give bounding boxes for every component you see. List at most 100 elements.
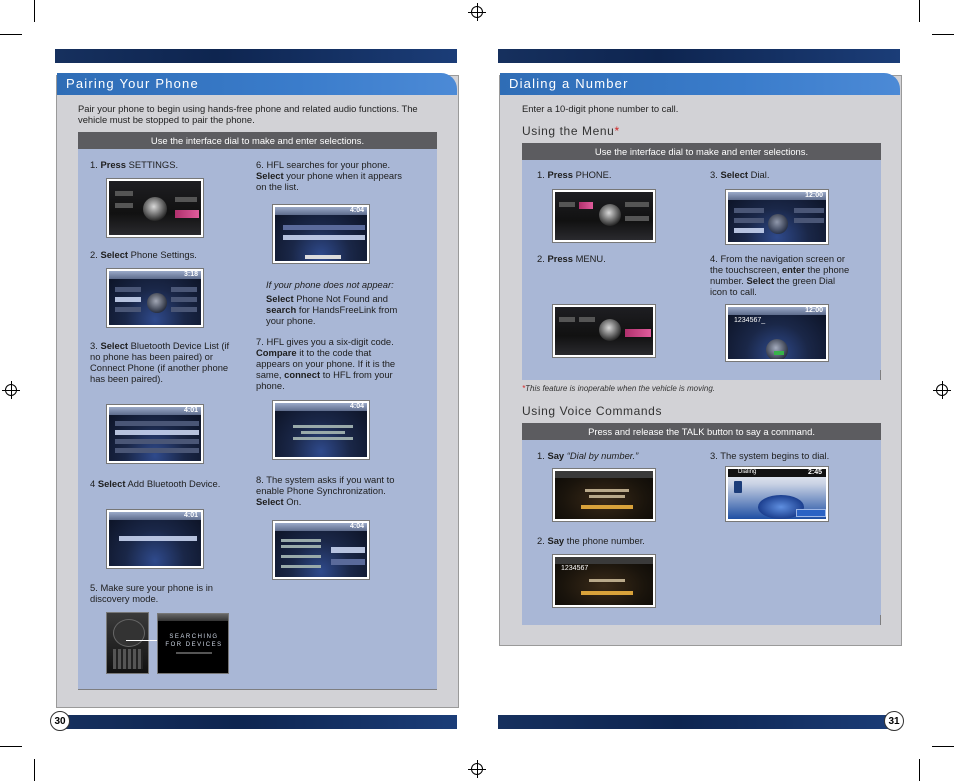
step-verb: Select xyxy=(746,275,775,286)
step-verb: Select xyxy=(100,340,129,351)
step-verb: Compare xyxy=(256,347,297,358)
add-device-screen: 4:01 xyxy=(106,509,204,569)
step-text: The system asks if you want to enable Ph… xyxy=(256,474,395,496)
step-number: 1. xyxy=(537,450,545,461)
voice-number-screen: 1234567 xyxy=(552,554,656,608)
step-number: 2. xyxy=(537,535,545,546)
step-text: The system begins to dial. xyxy=(720,450,830,461)
note-text: Phone Not Found and xyxy=(293,293,388,304)
step-1: 1. Press SETTINGS. xyxy=(90,159,240,170)
step-verb: connect xyxy=(284,369,321,380)
add-device-highlight xyxy=(119,536,197,541)
step-text: Dial. xyxy=(748,169,770,180)
voice-instruction-bar: Press and release the TALK button to say… xyxy=(522,423,881,440)
step-verb: enter xyxy=(781,264,805,275)
note-verb: search xyxy=(266,304,297,315)
menu-button-photo xyxy=(552,304,656,358)
step-text: the phone number. xyxy=(564,535,645,546)
menu-heading-text: Using the Menu xyxy=(522,124,615,138)
dial-entry-screen: 12:00 1234567_ xyxy=(725,304,829,362)
menu-heading: Using the Menu* xyxy=(522,124,620,138)
step-number: 1. xyxy=(90,159,98,170)
screen-clock: 4:04 xyxy=(349,523,364,530)
step-text: HFL gives you a six-digit code. xyxy=(266,336,394,347)
device-list-highlight xyxy=(115,430,199,435)
registration-mark-icon xyxy=(2,381,20,399)
interface-dial xyxy=(143,197,167,221)
dialing-timer: 2:45 xyxy=(807,469,822,476)
settings-menu-screen: 3:18 xyxy=(106,268,204,328)
right-top-bar xyxy=(498,49,900,63)
crop-mark xyxy=(919,0,920,22)
phone-not-found-heading: If your phone does not appear: xyxy=(266,279,394,290)
crop-mark xyxy=(932,746,954,747)
step-verb: Press xyxy=(547,169,573,180)
voice-heading: Using Voice Commands xyxy=(522,404,663,418)
interface-dial xyxy=(599,204,621,226)
step-number: 3. xyxy=(90,340,98,351)
step-number: 4. xyxy=(710,253,718,264)
phone-not-found-note: Select Phone Not Found and search for Ha… xyxy=(266,293,416,326)
dial-highlight xyxy=(734,228,764,233)
step-number: 7. xyxy=(256,336,264,347)
menu-heading-star: * xyxy=(614,124,620,138)
phone-photo xyxy=(106,612,149,674)
phone-list-highlight xyxy=(283,235,365,240)
left-intro-text: Pair your phone to begin using hands-fre… xyxy=(78,103,418,125)
green-dial-icon xyxy=(774,351,784,355)
screen-clock: 4:01 xyxy=(183,407,198,414)
settings-button-highlight xyxy=(175,210,199,218)
spoken-number: 1234567 xyxy=(561,565,589,572)
left-bottom-bar xyxy=(56,715,457,729)
step-number: 4 xyxy=(90,478,96,489)
step-number: 2. xyxy=(90,249,98,260)
step-7: 7. HFL gives you a six-digit code. Compa… xyxy=(256,336,406,391)
step-2: 2. Select Phone Settings. xyxy=(90,249,240,260)
screen-clock: 3:18 xyxy=(183,271,198,278)
phone-menu-screen: 12:00 xyxy=(725,189,829,245)
settings-button-photo xyxy=(106,178,204,238)
step-verb: Press xyxy=(100,159,126,170)
right-intro-text: Enter a 10-digit phone number to call. xyxy=(522,103,679,114)
voice-prompt-screen xyxy=(552,468,656,522)
step-text: Make sure your phone is in discovery mod… xyxy=(90,582,213,604)
step-number: 8. xyxy=(256,474,264,485)
screen-clock: 4:04 xyxy=(349,207,364,214)
step-number: 6. xyxy=(256,159,264,170)
menu-step-2: 2. Press MENU. xyxy=(537,253,687,264)
crop-mark xyxy=(34,759,35,781)
menu-step-1: 1. Press PHONE. xyxy=(537,169,687,180)
registration-mark-icon xyxy=(468,760,486,778)
step-text: Add Bluetooth Device. xyxy=(125,478,221,489)
right-section-title: Dialing a Number xyxy=(500,73,900,95)
right-bottom-bar xyxy=(498,715,900,729)
searching-text-line2: FOR DEVICES xyxy=(165,642,223,648)
footnote-text: This feature is inoperable when the vehi… xyxy=(525,384,716,393)
screen-clock: 12:00 xyxy=(805,307,823,314)
crop-mark xyxy=(932,34,954,35)
voice-step-1: 1. Say “Dial by number.” xyxy=(537,450,687,461)
sync-on-highlight xyxy=(331,547,365,553)
crop-mark xyxy=(34,0,35,22)
menu-step-3: 3. Select Dial. xyxy=(710,169,850,180)
step-verb: Say xyxy=(547,450,565,461)
registration-mark-icon xyxy=(468,3,486,21)
panel-right-edge xyxy=(880,615,881,625)
interface-dial xyxy=(599,319,621,341)
step-verb: Select xyxy=(256,170,284,181)
crop-mark xyxy=(0,34,22,35)
step-verb: Select xyxy=(720,169,749,180)
phone-button-highlight xyxy=(579,202,593,209)
step-verb: Press xyxy=(547,253,573,264)
registration-mark-icon xyxy=(933,381,951,399)
step-4: 4 Select Add Bluetooth Device. xyxy=(90,478,240,489)
phone-icon xyxy=(734,481,742,493)
crop-mark xyxy=(919,759,920,781)
menu-button-highlight xyxy=(625,329,651,337)
dial-entry-number: 1234567_ xyxy=(734,317,766,324)
page-number: 31 xyxy=(884,711,904,731)
phone-settings-highlight xyxy=(115,297,141,302)
step-text: On. xyxy=(283,496,302,507)
bluetooth-settings-screen: 4:01 xyxy=(106,404,204,464)
step-number: 5. xyxy=(90,582,98,593)
